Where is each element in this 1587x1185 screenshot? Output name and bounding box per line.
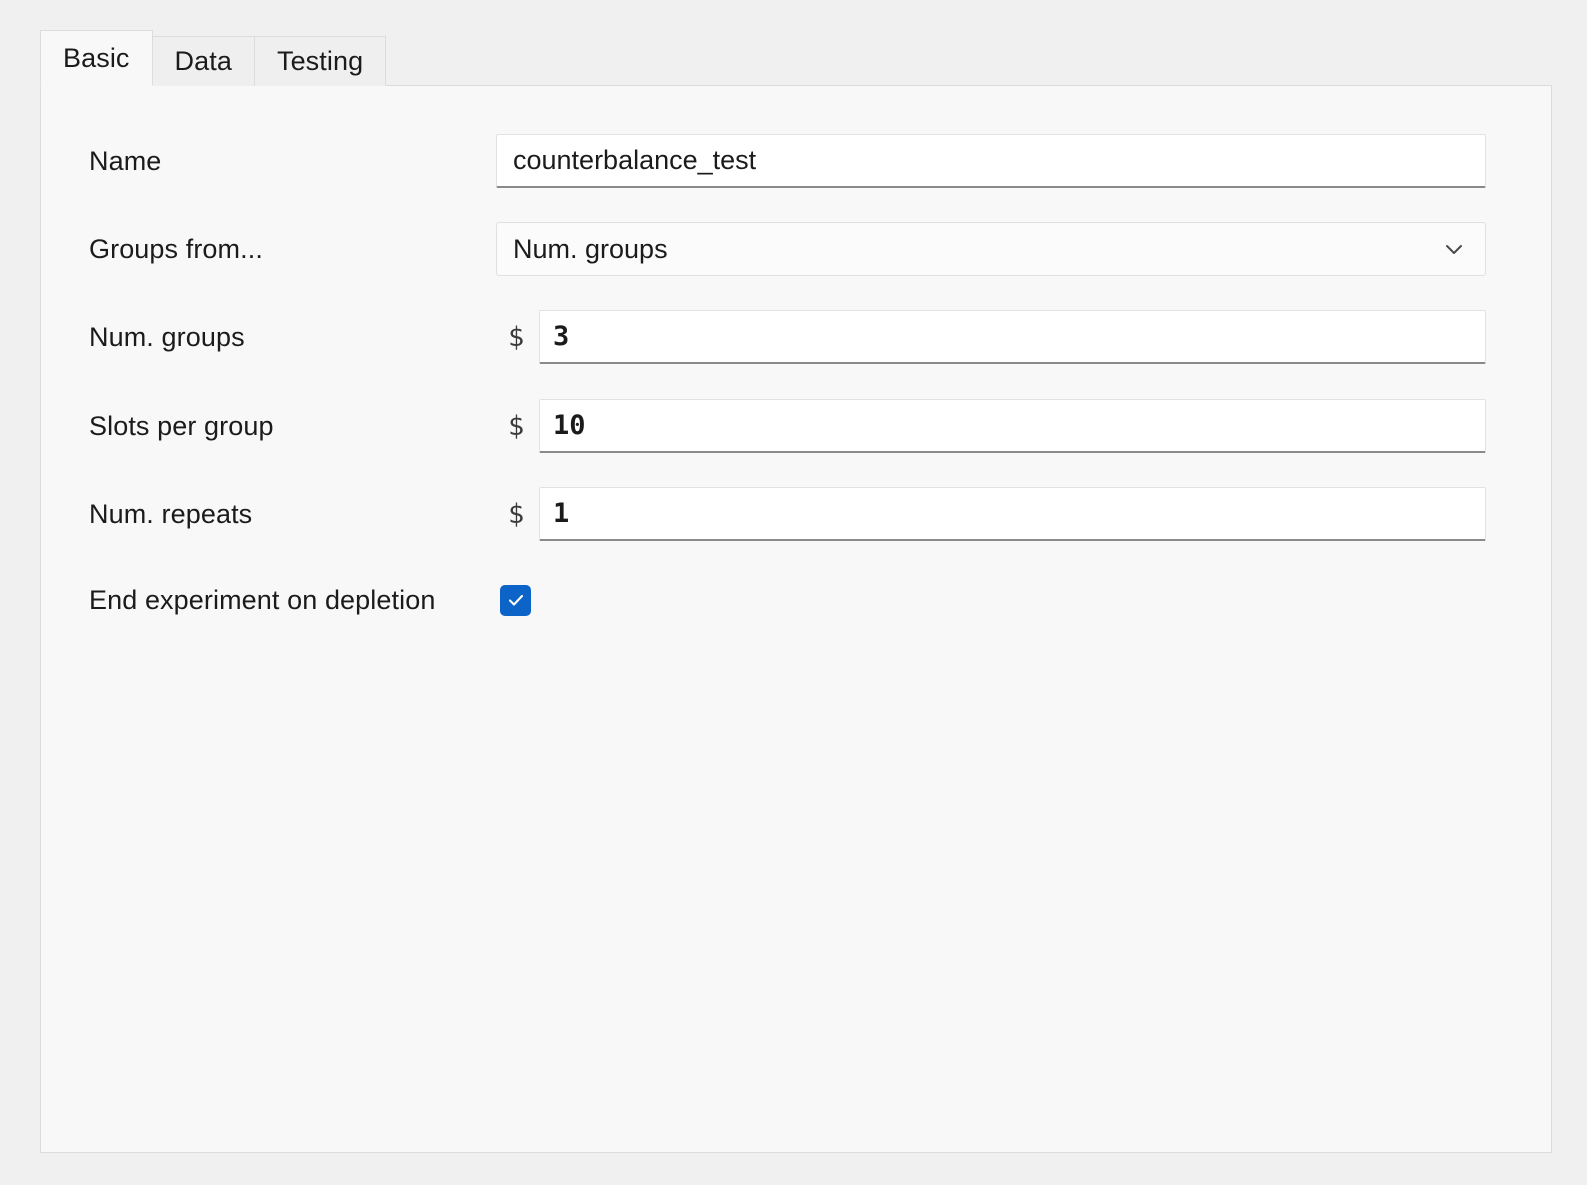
tab-basic-label: Basic xyxy=(63,42,130,73)
tab-strip: Basic Data Testing xyxy=(40,30,387,86)
tab-testing-label: Testing xyxy=(276,46,364,76)
slots-per-group-input[interactable]: 10 xyxy=(539,399,1486,453)
form-row-groups-from: Groups from... Num. groups xyxy=(41,219,1551,279)
num-groups-label: Num. groups xyxy=(89,321,245,352)
chevron-down-icon xyxy=(1441,236,1467,262)
groups-from-select[interactable]: Num. groups xyxy=(496,222,1486,276)
settings-dialog: Basic Data Testing Name counterbalance_t… xyxy=(0,0,1587,1185)
slots-per-group-spinner-icon[interactable]: $ xyxy=(508,413,524,440)
num-repeats-label: Num. repeats xyxy=(89,498,253,529)
tab-testing[interactable]: Testing xyxy=(253,36,387,86)
form-row-name: Name counterbalance_test xyxy=(41,131,1551,191)
num-groups-input[interactable]: 3 xyxy=(539,310,1486,364)
form-row-num-repeats: Num. repeats $ 1 xyxy=(41,484,1551,544)
tab-data-label: Data xyxy=(174,46,232,76)
end-on-depletion-label: End experiment on depletion xyxy=(89,584,436,615)
check-icon xyxy=(505,589,527,611)
form-row-end-on-depletion: End experiment on depletion xyxy=(41,570,1551,630)
tab-content-panel: Name counterbalance_test Groups from... … xyxy=(40,85,1552,1153)
name-label: Name xyxy=(89,145,162,176)
tab-data[interactable]: Data xyxy=(151,36,255,86)
num-repeats-spinner-icon[interactable]: $ xyxy=(508,501,524,528)
form-row-num-groups: Num. groups $ 3 xyxy=(41,307,1551,367)
basic-settings-form: Name counterbalance_test Groups from... … xyxy=(41,86,1551,1152)
tab-basic[interactable]: Basic xyxy=(40,30,153,86)
name-input[interactable]: counterbalance_test xyxy=(496,134,1486,188)
num-groups-spinner-icon[interactable]: $ xyxy=(508,324,524,351)
groups-from-label: Groups from... xyxy=(89,233,263,264)
end-on-depletion-checkbox[interactable] xyxy=(500,584,531,616)
slots-per-group-label: Slots per group xyxy=(89,410,274,441)
num-repeats-input[interactable]: 1 xyxy=(539,487,1486,541)
groups-from-value: Num. groups xyxy=(513,233,668,264)
form-row-slots-per-group: Slots per group $ 10 xyxy=(41,396,1551,456)
